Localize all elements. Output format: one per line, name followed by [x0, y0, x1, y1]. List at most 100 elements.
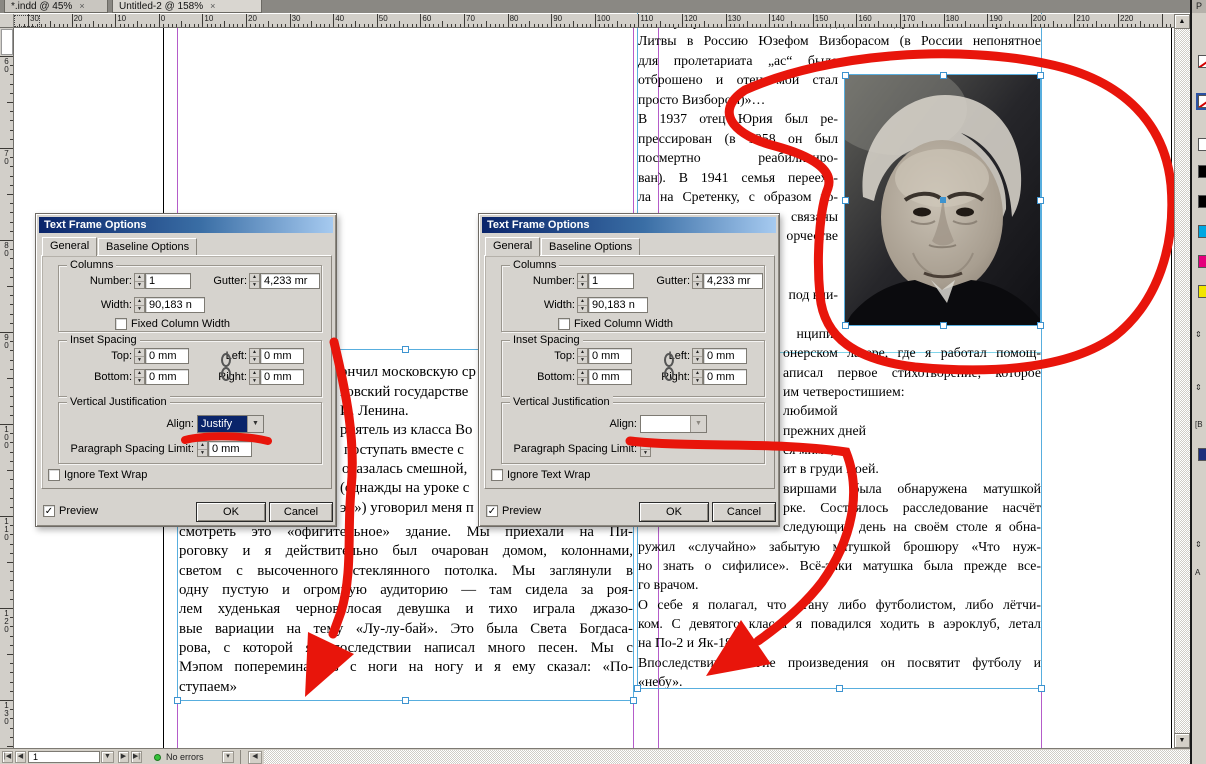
tab-document-2[interactable]: Untitled-2 @ 158% ×	[112, 0, 262, 13]
link-chain-icon[interactable]	[220, 352, 232, 384]
close-icon[interactable]: ×	[210, 1, 215, 11]
ignore-text-wrap-checkbox[interactable]	[48, 469, 60, 481]
panel-header[interactable]: P	[1192, 0, 1206, 13]
panel-control[interactable]: ⇕	[1195, 330, 1202, 339]
number-field[interactable]: 1	[588, 273, 634, 289]
inset-left-stepper[interactable]: ▲ ▼	[692, 348, 703, 364]
inset-left-stepper[interactable]: ▲ ▼	[249, 348, 260, 364]
width-stepper[interactable]: ▲ ▼	[134, 297, 145, 313]
ok-button[interactable]: OK	[639, 502, 709, 522]
horizontal-ruler[interactable]: 30 20 10 0 10 20 30 40 50 60 70 80 90 100 110 120 130 140…	[14, 14, 1190, 28]
number-stepper[interactable]: ▲ ▼	[577, 273, 588, 289]
number-stepper[interactable]: ▲ ▼	[134, 273, 145, 289]
fixed-column-width-checkbox[interactable]	[558, 318, 570, 330]
paragraph-spacing-limit-field[interactable]: 0 mm	[208, 441, 252, 457]
swatch-paper[interactable]	[1198, 138, 1206, 151]
inset-right-field[interactable]: 0 mm	[260, 369, 304, 385]
cancel-button[interactable]: Cancel	[269, 502, 333, 522]
paragraph-spacing-limit-stepper[interactable]: ▲ ▼	[197, 441, 208, 457]
paragraph-spacing-limit-stepper[interactable]: ▲ ▼	[640, 441, 651, 457]
previous-page-button[interactable]: ◀	[15, 751, 26, 763]
selection-handle[interactable]	[634, 685, 641, 692]
selection-handle[interactable]	[1037, 72, 1044, 79]
selection-handle[interactable]	[1038, 685, 1045, 692]
page-dropdown-icon[interactable]: ▼	[101, 751, 114, 763]
ok-button[interactable]: OK	[196, 502, 266, 522]
tab-general[interactable]: General	[485, 237, 541, 256]
last-page-button[interactable]: ▶|	[131, 751, 142, 763]
chevron-down-icon[interactable]: ▼	[690, 416, 706, 432]
page-number-field[interactable]: 1	[28, 751, 100, 763]
inset-top-stepper[interactable]: ▲ ▼	[577, 348, 588, 364]
swatch-cyan[interactable]	[1198, 225, 1206, 238]
tab-general[interactable]: General	[42, 237, 98, 256]
width-field[interactable]: 90,183 n	[588, 297, 648, 313]
selection-handle[interactable]	[940, 72, 947, 79]
selection-handle[interactable]	[630, 697, 637, 704]
selection-handle[interactable]	[940, 322, 947, 329]
align-dropdown[interactable]: ▼	[640, 415, 707, 433]
panel-control[interactable]: [B	[1195, 420, 1203, 429]
scroll-up-icon[interactable]: ▲	[1174, 14, 1190, 29]
inset-bottom-field[interactable]: 0 mm	[588, 369, 632, 385]
selection-handle[interactable]	[842, 322, 849, 329]
link-chain-icon[interactable]	[663, 352, 675, 384]
gutter-stepper[interactable]: ▲ ▼	[692, 273, 703, 289]
tab-document-1[interactable]: *.indd @ 45% ×	[4, 0, 108, 13]
swatch-black[interactable]	[1198, 165, 1206, 178]
inset-bottom-stepper[interactable]: ▲ ▼	[577, 369, 588, 385]
next-page-button[interactable]: ▶	[118, 751, 129, 763]
dialog-title-bar[interactable]: Text Frame Options	[39, 217, 333, 233]
text-frame-options-dialog-1[interactable]: Text Frame Options General Baseline Opti…	[35, 213, 337, 527]
gutter-field[interactable]: 4,233 mr	[260, 273, 320, 289]
panel-control[interactable]: ⇕	[1195, 540, 1202, 549]
inset-left-field[interactable]: 0 mm	[703, 348, 747, 364]
selection-handle[interactable]	[842, 197, 849, 204]
preview-checkbox[interactable]	[486, 505, 498, 517]
selection-handle[interactable]	[402, 697, 409, 704]
swatch-none[interactable]	[1198, 55, 1206, 68]
preflight-status-text[interactable]: No errors	[166, 751, 204, 763]
selection-handle[interactable]	[402, 346, 409, 353]
gutter-field[interactable]: 4,233 mr	[703, 273, 763, 289]
ruler-corner[interactable]	[0, 14, 14, 28]
fixed-column-width-checkbox[interactable]	[115, 318, 127, 330]
ignore-text-wrap-checkbox[interactable]	[491, 469, 503, 481]
text-frame-options-dialog-2[interactable]: Text Frame Options General Baseline Opti…	[478, 213, 780, 527]
inset-top-stepper[interactable]: ▲ ▼	[134, 348, 145, 364]
preflight-menu-icon[interactable]: ▾	[222, 751, 234, 763]
swatch-registration[interactable]	[1198, 195, 1206, 208]
inset-left-field[interactable]: 0 mm	[260, 348, 304, 364]
inset-top-field[interactable]: 0 mm	[588, 348, 632, 364]
panel-control[interactable]: A	[1195, 568, 1200, 577]
vertical-ruler[interactable]: 6 07 08 09 01 0 01 1 01 2 01 3 0	[0, 28, 14, 748]
dialog-title-bar[interactable]: Text Frame Options	[482, 217, 776, 233]
inset-right-field[interactable]: 0 mm	[703, 369, 747, 385]
tab-baseline-options[interactable]: Baseline Options	[98, 238, 198, 256]
vertical-scrollbar[interactable]: ▲ ▼	[1174, 14, 1190, 748]
horizontal-scrollbar[interactable]	[264, 750, 1190, 764]
selection-handle[interactable]	[940, 197, 946, 203]
width-field[interactable]: 90,183 n	[145, 297, 205, 313]
swatch-magenta[interactable]	[1198, 255, 1206, 268]
scroll-down-icon[interactable]: ▼	[1174, 733, 1190, 748]
selection-handle[interactable]	[1037, 197, 1044, 204]
number-field[interactable]: 1	[145, 273, 191, 289]
close-icon[interactable]: ×	[79, 1, 84, 11]
selection-handle[interactable]	[836, 685, 843, 692]
chevron-down-icon[interactable]: ▼	[247, 416, 263, 432]
selection-handle[interactable]	[1037, 322, 1044, 329]
selection-handle[interactable]	[174, 697, 181, 704]
panel-control[interactable]: ⇕	[1195, 383, 1202, 392]
inset-right-stepper[interactable]: ▲ ▼	[249, 369, 260, 385]
selection-handle[interactable]	[842, 72, 849, 79]
scroll-left-icon[interactable]: ◀	[248, 751, 262, 764]
inset-bottom-stepper[interactable]: ▲ ▼	[134, 369, 145, 385]
width-stepper[interactable]: ▲ ▼	[577, 297, 588, 313]
inset-top-field[interactable]: 0 mm	[145, 348, 189, 364]
inset-right-stepper[interactable]: ▲ ▼	[692, 369, 703, 385]
swatch-yellow[interactable]	[1198, 285, 1206, 298]
inset-bottom-field[interactable]: 0 mm	[145, 369, 189, 385]
align-dropdown[interactable]: Justify ▼	[197, 415, 264, 433]
swatch-navy[interactable]	[1198, 448, 1206, 461]
